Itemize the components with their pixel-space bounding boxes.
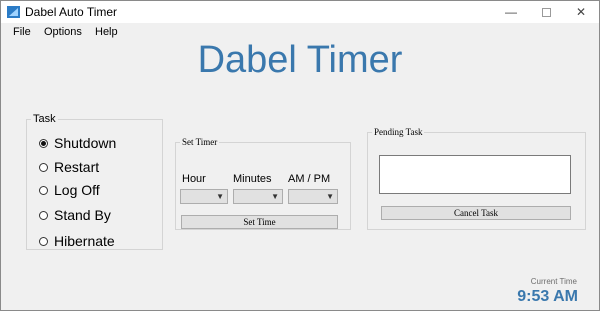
task-option-hibernate[interactable]: Hibernate — [39, 233, 115, 249]
minimize-icon: — — [505, 5, 517, 19]
radio-stand-by[interactable] — [39, 210, 48, 220]
maximize-button[interactable] — [530, 1, 562, 23]
minutes-select[interactable]: ▼ — [233, 189, 283, 204]
pending-task-display[interactable] — [379, 155, 571, 194]
set-timer-legend: Set Timer — [182, 137, 218, 147]
menu-file[interactable]: File — [13, 26, 31, 38]
radio-shutdown[interactable] — [39, 138, 48, 148]
cancel-task-button[interactable]: Cancel Task — [381, 206, 571, 220]
ampm-select[interactable]: ▼ — [288, 189, 338, 204]
task-option-restart[interactable]: Restart — [39, 159, 99, 175]
pending-task-legend: Pending Task — [374, 127, 423, 137]
ampm-label: AM / PM — [288, 173, 331, 185]
task-option-label: Stand By — [54, 207, 111, 223]
menu-help[interactable]: Help — [95, 26, 118, 38]
window-title: Dabel Auto Timer — [25, 5, 118, 19]
current-time-label: Current Time — [530, 277, 577, 286]
close-icon: ✕ — [575, 5, 587, 19]
app-window: Dabel Auto Timer — ✕ File Options Help D… — [0, 0, 600, 311]
task-option-label: Hibernate — [54, 233, 115, 249]
radio-log-off[interactable] — [39, 185, 48, 195]
pending-task-group: Pending Task Cancel Task — [367, 127, 586, 230]
app-headline: Dabel Timer — [197, 39, 403, 81]
chevron-down-icon: ▼ — [326, 192, 334, 201]
minimize-button[interactable]: — — [495, 1, 527, 23]
hour-label: Hour — [182, 173, 206, 185]
current-time-value: 9:53 AM — [517, 288, 578, 305]
task-option-label: Log Off — [54, 182, 100, 198]
task-option-label: Restart — [54, 159, 100, 175]
app-icon — [7, 6, 20, 18]
task-option-shutdown[interactable]: Shutdown — [39, 135, 116, 151]
set-timer-group: Set Timer Hour Minutes AM / PM ▼ ▼ ▼ Set… — [175, 137, 351, 230]
radio-restart[interactable] — [39, 162, 48, 172]
task-option-log-off[interactable]: Log Off — [39, 182, 100, 198]
minutes-label: Minutes — [233, 173, 272, 185]
task-group: Task Shutdown Restart Log Off Stand By H… — [26, 113, 163, 250]
radio-hibernate[interactable] — [39, 236, 48, 246]
chevron-down-icon: ▼ — [216, 192, 224, 201]
hour-select[interactable]: ▼ — [180, 189, 228, 204]
close-button[interactable]: ✕ — [565, 1, 597, 23]
title-bar: Dabel Auto Timer — ✕ — [1, 1, 599, 23]
task-option-stand-by[interactable]: Stand By — [39, 207, 111, 223]
menu-options[interactable]: Options — [44, 26, 82, 38]
task-option-label: Shutdown — [54, 135, 117, 151]
chevron-down-icon: ▼ — [271, 192, 279, 201]
maximize-icon — [541, 7, 551, 17]
task-legend: Task — [33, 113, 56, 125]
set-time-button[interactable]: Set Time — [181, 215, 338, 229]
